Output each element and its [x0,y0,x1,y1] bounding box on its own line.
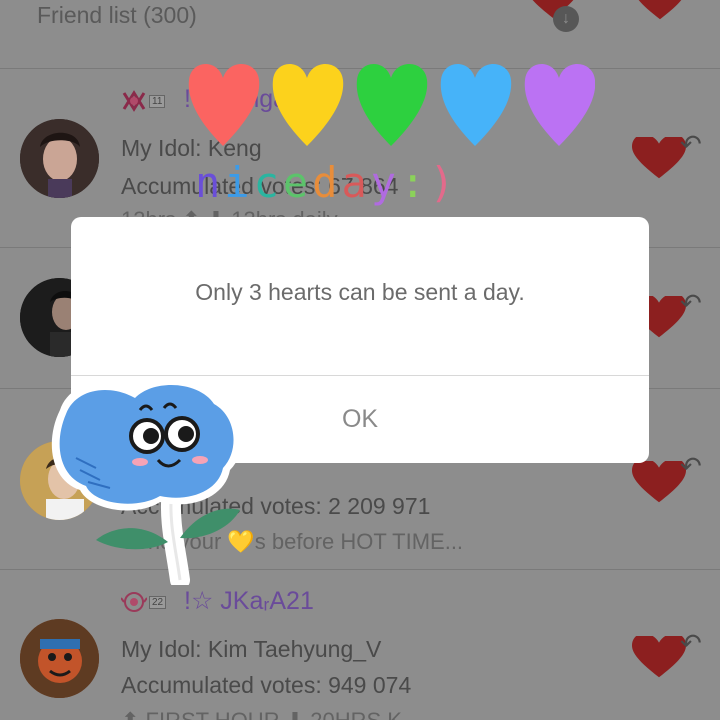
undo-arrow-icon: ↶ [680,451,702,481]
blue-flower-sticker [51,377,243,585]
sticker-letter: : [400,158,430,207]
rank-crest-icon [121,592,147,612]
rainbow-hearts-sticker [188,63,595,146]
rainbow-heart-icon [440,63,512,146]
send-heart-icon[interactable] [633,0,687,22]
rainbow-heart-icon [356,63,428,146]
sticker-letter: ) [429,158,459,207]
sticker-letter: i [224,158,254,207]
sticker-letter: a [341,158,371,207]
sticker-letter: c [253,158,283,207]
level-number: 11 [149,94,166,108]
sticker-letter: d [312,158,342,207]
friend-nickname: !☆ JKaᵣA21 [184,587,314,615]
avatar [20,619,99,698]
friend-row[interactable]: 22 !☆ JKaᵣA21 My Idol: Kim Taehyung_V Ac… [0,570,720,720]
rank-badge: 22 [121,590,167,614]
undo-arrow-icon: ↶ [680,628,702,658]
level-number: 22 [149,595,167,609]
sticker-letter: y [370,158,401,207]
nice-day-sticker: nice day :) [195,158,459,207]
rank-badge: 11 [121,89,166,113]
rank-crest-icon [122,90,146,112]
sticker-letter: n [195,158,225,207]
accumulated-votes: Accumulated votes: 949 074 [121,672,412,698]
rainbow-heart-icon [188,63,260,146]
sticker-letter: e [282,158,313,207]
undo-arrow-icon: ↶ [680,129,702,159]
download-icon[interactable]: ↓ [553,6,579,32]
send-heart-icon[interactable] [632,636,686,680]
avatar [20,119,99,198]
send-heart-icon[interactable] [632,461,686,505]
friend-list-title: Friend list (300) [37,2,197,28]
rainbow-heart-icon [524,64,595,146]
undo-arrow-icon: ↶ [680,288,702,318]
status-message: ⬆ FIRST HOUR ⬇ 20HRS K [121,708,402,720]
favorite-idol: My Idol: Kim Taehyung_V [121,636,382,662]
rainbow-heart-icon [272,63,344,146]
send-heart-icon[interactable] [632,137,686,181]
dialog-message: Only 3 hearts can be sent a day. [195,279,525,305]
